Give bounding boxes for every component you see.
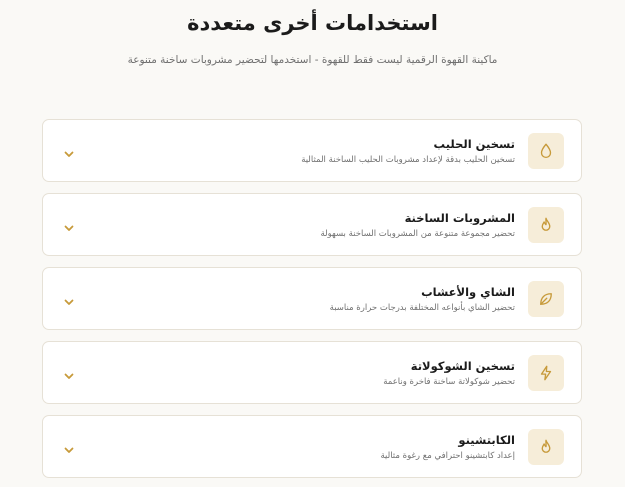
item-description: تحضير شوكولاتة ساخنة فاخرة وناعمة bbox=[383, 377, 515, 387]
icon-badge bbox=[528, 429, 564, 465]
icon-badge bbox=[528, 355, 564, 391]
item-text: الكابتشينو إعداد كابتشينو احترافي مع رغو… bbox=[381, 432, 516, 463]
accordion-item-hot-drinks[interactable]: المشروبات الساخنة تحضير مجموعة متنوعة من… bbox=[42, 193, 582, 256]
item-title: الكابتشينو bbox=[458, 433, 515, 447]
icon-badge bbox=[528, 133, 564, 169]
flame-icon bbox=[541, 439, 551, 453]
flame-icon bbox=[541, 217, 551, 231]
droplet-icon bbox=[540, 143, 552, 159]
item-text: تسخين الشوكولاتة تحضير شوكولاتة ساخنة فا… bbox=[383, 358, 515, 389]
icon-badge bbox=[528, 281, 564, 317]
item-title: الشاي والأعشاب bbox=[421, 285, 515, 299]
item-text: المشروبات الساخنة تحضير مجموعة متنوعة من… bbox=[321, 210, 516, 241]
item-description: تحضير مجموعة متنوعة من المشروبات الساخنة… bbox=[320, 229, 516, 239]
item-title: تسخين الشوكولاتة bbox=[410, 359, 515, 373]
accordion-item-cappuccino[interactable]: الكابتشينو إعداد كابتشينو احترافي مع رغو… bbox=[42, 415, 582, 478]
item-title: تسخين الحليب bbox=[433, 137, 515, 151]
chevron-down-icon[interactable] bbox=[63, 145, 75, 157]
icon-badge bbox=[528, 207, 564, 243]
item-text: الشاي والأعشاب تحضير الشاي بأنواعه المخت… bbox=[330, 284, 515, 315]
page: استخدامات أخرى متعددة ماكينة القهوة الرق… bbox=[0, 0, 625, 487]
accordion-item-milk-heating[interactable]: تسخين الحليب تسخين الحليب بدقة لإعداد مش… bbox=[42, 119, 582, 182]
chevron-down-icon[interactable] bbox=[63, 441, 75, 453]
chevron-down-icon[interactable] bbox=[63, 367, 75, 379]
item-description: تحضير الشاي بأنواعه المختلفة بدرجات حرار… bbox=[329, 303, 515, 313]
chevron-down-icon[interactable] bbox=[63, 219, 75, 231]
leaf-icon bbox=[540, 293, 552, 305]
item-title: المشروبات الساخنة bbox=[404, 211, 515, 225]
accordion-item-tea-herbs[interactable]: الشاي والأعشاب تحضير الشاي بأنواعه المخت… bbox=[42, 267, 582, 330]
item-text: تسخين الحليب تسخين الحليب بدقة لإعداد مش… bbox=[301, 136, 515, 167]
page-title: استخدامات أخرى متعددة bbox=[187, 11, 438, 35]
accordion-item-hot-chocolate[interactable]: تسخين الشوكولاتة تحضير شوكولاتة ساخنة فا… bbox=[42, 341, 582, 404]
uses-accordion: تسخين الحليب تسخين الحليب بدقة لإعداد مش… bbox=[42, 119, 582, 487]
page-subtitle: ماكينة القهوة الرقمية ليست فقط للقهوة - … bbox=[127, 54, 498, 66]
item-description: إعداد كابتشينو احترافي مع رغوة مثالية bbox=[380, 451, 516, 461]
chevron-down-icon[interactable] bbox=[63, 293, 75, 305]
lightning-icon bbox=[540, 365, 552, 381]
item-description: تسخين الحليب بدقة لإعداد مشروبات الحليب … bbox=[301, 155, 515, 165]
